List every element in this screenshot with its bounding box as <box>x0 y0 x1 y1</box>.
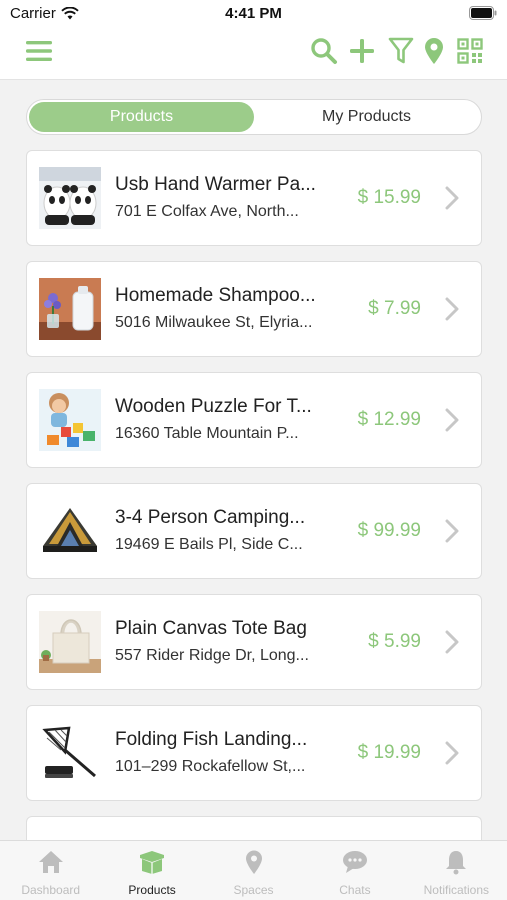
tab-dashboard[interactable]: Dashboard <box>0 841 101 900</box>
tab-bar: Dashboard Products Spaces Chats Notifica… <box>0 840 507 900</box>
product-title: 3-4 Person Camping... <box>115 507 306 528</box>
product-address: 16360 Table Mountain P... <box>115 425 299 442</box>
product-title: Plain Canvas Tote Bag <box>115 618 307 639</box>
product-address: 701 E Colfax Ave, North... <box>115 203 299 220</box>
product-card[interactable]: Plain Canvas Tote Bag 557 Rider Ridge Dr… <box>26 594 482 690</box>
segment-products[interactable]: Products <box>29 102 254 132</box>
tote-bag-image <box>39 611 101 673</box>
chevron-right-icon <box>445 297 459 321</box>
product-price: $ 7.99 <box>368 298 421 319</box>
product-card[interactable]: Homemade Shampoo... 5016 Milwaukee St, E… <box>26 261 482 357</box>
nav-bar <box>0 28 507 80</box>
product-card[interactable]: Wooden Puzzle For T... 16360 Table Mount… <box>26 372 482 468</box>
chevron-right-icon <box>445 186 459 210</box>
segmented-control: Products My Products <box>26 99 482 135</box>
tab-label: Spaces <box>233 883 274 897</box>
filter-icon[interactable] <box>384 34 418 68</box>
product-title: Wooden Puzzle For T... <box>115 396 312 417</box>
product-address: 557 Rider Ridge Dr, Long... <box>115 647 309 664</box>
chat-bubble-icon <box>342 851 367 873</box>
tab-label: Notifications <box>423 883 490 897</box>
chevron-right-icon <box>445 408 459 432</box>
segment-my-products[interactable]: My Products <box>254 102 479 132</box>
status-time: 4:41 PM <box>225 5 282 22</box>
product-price: $ 12.99 <box>357 409 421 430</box>
status-bar: Carrier 4:41 PM <box>0 0 507 28</box>
fish-net-image <box>39 722 101 784</box>
product-address: 19469 E Bails Pl, Side C... <box>115 536 303 553</box>
bell-icon <box>446 851 467 875</box>
product-price: $ 15.99 <box>357 187 421 208</box>
tab-products[interactable]: Products <box>101 841 202 900</box>
panda-hand-warmer-image <box>39 167 101 229</box>
qr-code-icon[interactable] <box>453 34 487 68</box>
search-icon[interactable] <box>307 34 341 68</box>
product-title: Homemade Shampoo... <box>115 285 316 306</box>
product-address: 101–299 Rockafellow St,... <box>115 758 306 775</box>
tab-label: Products <box>128 883 176 897</box>
tab-notifications[interactable]: Notifications <box>406 841 507 900</box>
tent-image <box>39 500 101 562</box>
product-card[interactable]: Folding Fish Landing... 101–299 Rockafel… <box>26 705 482 801</box>
chevron-right-icon <box>445 519 459 543</box>
product-address: 5016 Milwaukee St, Elyria... <box>115 314 313 331</box>
product-price: $ 19.99 <box>357 742 421 763</box>
location-pin-icon[interactable] <box>417 34 451 68</box>
home-icon <box>38 851 63 873</box>
box-icon <box>140 851 165 874</box>
shampoo-bottle-image <box>39 278 101 340</box>
product-price: $ 99.99 <box>357 520 421 541</box>
add-icon[interactable] <box>345 34 379 68</box>
menu-icon[interactable] <box>22 34 56 68</box>
tab-label: Dashboard <box>21 883 81 897</box>
child-puzzle-image <box>39 389 101 451</box>
tab-label: Chats <box>339 883 371 897</box>
product-price: $ 5.99 <box>368 631 421 652</box>
tab-chats[interactable]: Chats <box>304 841 405 900</box>
location-pin-icon <box>245 850 262 874</box>
chevron-right-icon <box>445 630 459 654</box>
product-card[interactable]: 3-4 Person Camping... 19469 E Bails Pl, … <box>26 483 482 579</box>
battery-icon <box>469 6 497 24</box>
product-title: Usb Hand Warmer Pa... <box>115 174 316 195</box>
tab-spaces[interactable]: Spaces <box>203 841 304 900</box>
product-card[interactable]: Usb Hand Warmer Pa... 701 E Colfax Ave, … <box>26 150 482 246</box>
chevron-right-icon <box>445 741 459 765</box>
product-title: Folding Fish Landing... <box>115 729 308 750</box>
